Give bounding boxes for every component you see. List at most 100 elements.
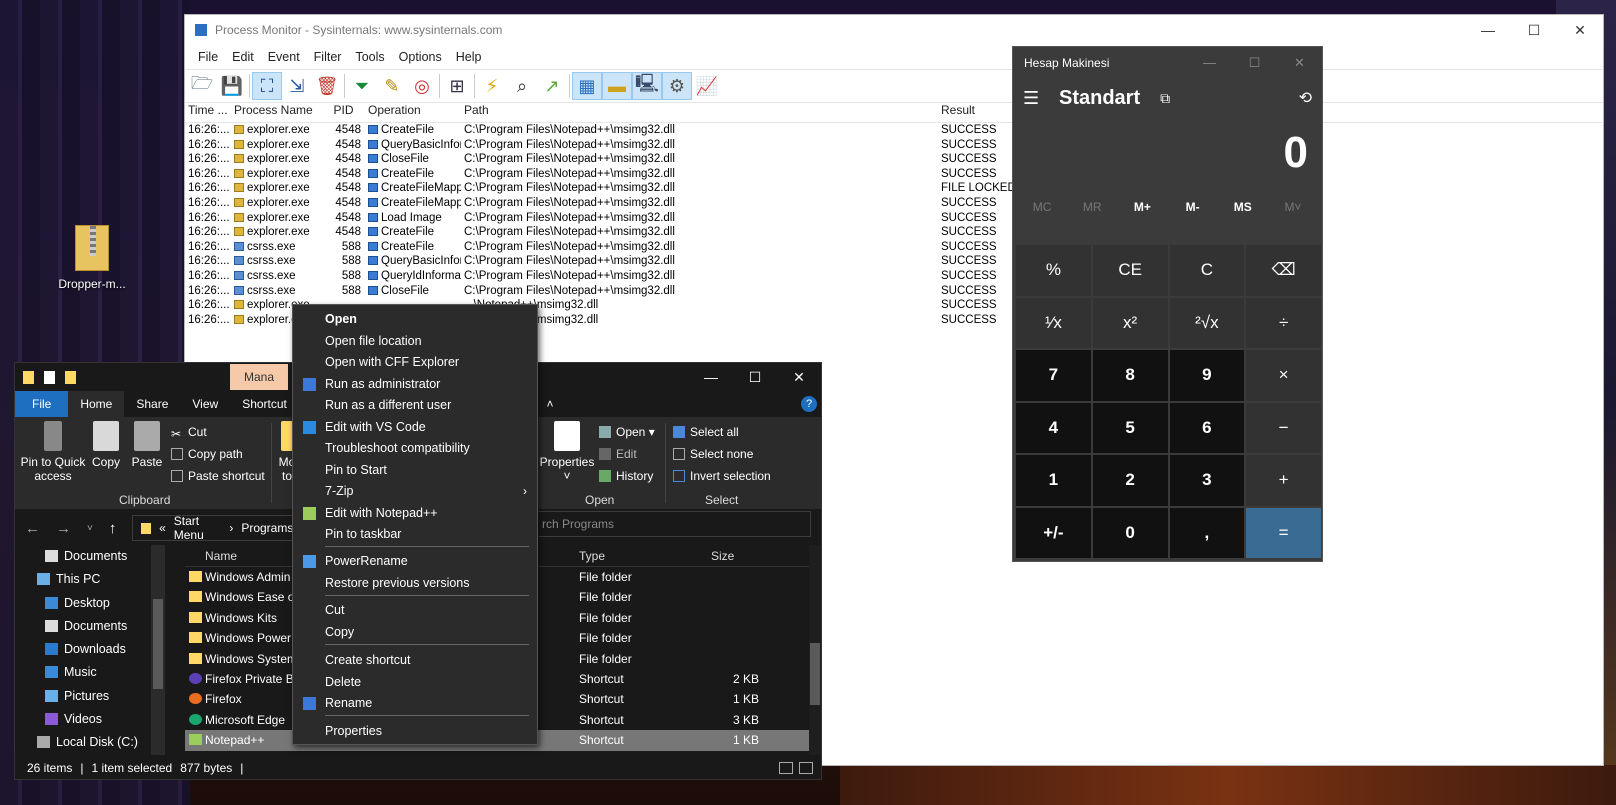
properties-quick-icon[interactable] bbox=[44, 370, 55, 384]
file-scroll-thumb[interactable] bbox=[810, 643, 820, 705]
back-icon[interactable]: ← bbox=[25, 520, 40, 537]
process-activity-icon[interactable]: ⚙ bbox=[662, 72, 692, 100]
menu-tools[interactable]: Tools bbox=[348, 50, 391, 64]
menu-edit[interactable]: Edit bbox=[225, 50, 261, 64]
col-pid[interactable]: PID bbox=[323, 103, 365, 122]
open-icon[interactable]: 🗁 bbox=[187, 72, 217, 100]
breadcrumb-overflow[interactable]: « bbox=[159, 521, 166, 535]
event-row[interactable]: 16:26:... csrss.exe 588 QueryBasicInfor...C… bbox=[185, 254, 1603, 269]
event-row[interactable]: 16:26:... csrss.exe 588 QueryIdInformat...C… bbox=[185, 269, 1603, 284]
chevron-down-icon[interactable]: ˅ bbox=[87, 523, 93, 534]
help-icon[interactable]: ? bbox=[801, 396, 817, 412]
event-row[interactable]: 16:26:... explorer.exe 4548 CreateFile C:\Pr… bbox=[185, 123, 1603, 138]
explorer-close-button[interactable]: ✕ bbox=[777, 369, 821, 386]
history-button[interactable]: History bbox=[599, 469, 653, 483]
memory-clear-button[interactable]: MC bbox=[1017, 200, 1067, 214]
registry-activity-icon[interactable]: ▦ bbox=[572, 72, 602, 100]
menu-item-powerrename[interactable]: PowerRename bbox=[293, 551, 537, 572]
col-type[interactable]: Type bbox=[579, 545, 605, 567]
key-digit-8-button[interactable]: 8 bbox=[1092, 350, 1168, 401]
manage-context-tab[interactable]: Mana bbox=[230, 364, 289, 390]
key-digit-7-button[interactable]: 7 bbox=[1016, 350, 1091, 401]
lightning-icon[interactable]: ⚡ bbox=[477, 72, 507, 100]
memory-add-button[interactable]: M+ bbox=[1117, 200, 1167, 214]
nav-item[interactable]: This PC bbox=[15, 568, 167, 591]
network-activity-icon[interactable]: 🖳 bbox=[632, 72, 662, 100]
menu-item-rename[interactable]: Rename bbox=[293, 693, 537, 714]
memory-store-button[interactable]: MS bbox=[1218, 200, 1268, 214]
find-icon[interactable]: ⌕ bbox=[507, 72, 537, 100]
col-operation[interactable]: Operation bbox=[365, 103, 461, 122]
menu-event[interactable]: Event bbox=[261, 50, 307, 64]
menu-item-edit-with-notepadpp[interactable]: Edit with Notepad++ bbox=[293, 503, 537, 524]
minimize-button[interactable]: — bbox=[1465, 22, 1511, 39]
col-name[interactable]: Name bbox=[205, 545, 237, 567]
pin-quick-access-button[interactable]: Pin to Quick access bbox=[19, 421, 87, 483]
paste-shortcut-button[interactable]: Paste shortcut bbox=[171, 469, 265, 483]
tab-view[interactable]: View bbox=[180, 391, 230, 417]
large-icons-view-icon[interactable] bbox=[799, 762, 813, 774]
file-activity-icon[interactable]: ▬ bbox=[602, 72, 632, 100]
hamburger-menu-icon[interactable]: ☰ bbox=[1023, 88, 1053, 109]
key-negate-button[interactable]: +/- bbox=[1016, 507, 1091, 558]
key-digit-9-button[interactable]: 9 bbox=[1169, 350, 1245, 401]
tab-share[interactable]: Share bbox=[124, 391, 180, 417]
jump-icon[interactable]: ↗ bbox=[537, 72, 567, 100]
col-process-name[interactable]: Process Name bbox=[231, 103, 323, 122]
event-row[interactable]: 16:26:... explorer.exe 4548 QueryBasicInfor… bbox=[185, 138, 1603, 153]
save-icon[interactable]: 💾 bbox=[217, 72, 247, 100]
highlight-icon[interactable]: ✎ bbox=[377, 72, 407, 100]
menu-options[interactable]: Options bbox=[392, 50, 449, 64]
breadcrumb[interactable]: « Start Menu › Programs bbox=[132, 514, 303, 542]
menu-item-cut[interactable]: Cut bbox=[293, 600, 537, 621]
nav-item[interactable]: Videos bbox=[15, 708, 167, 731]
key-digit-3-button[interactable]: 3 bbox=[1169, 455, 1245, 506]
calc-maximize-button[interactable]: ☐ bbox=[1232, 55, 1277, 71]
menu-file[interactable]: File bbox=[191, 50, 225, 64]
menu-item-troubleshoot-compatibility[interactable]: Troubleshoot compatibility bbox=[293, 438, 537, 459]
memory-recall-button[interactable]: MR bbox=[1067, 200, 1117, 214]
up-icon[interactable]: ↑ bbox=[109, 520, 117, 537]
forward-icon[interactable]: → bbox=[56, 520, 71, 537]
event-row[interactable]: 16:26:... explorer.exe 4548 CreateFileMapp.… bbox=[185, 196, 1603, 211]
event-row[interactable]: 16:26:... explorer.exe 4548 CreateFile C:\Pr… bbox=[185, 225, 1603, 240]
menu-help[interactable]: Help bbox=[449, 50, 489, 64]
menu-item-create-shortcut[interactable]: Create shortcut bbox=[293, 650, 537, 671]
nav-item[interactable]: Desktop bbox=[15, 592, 167, 615]
col-size[interactable]: Size bbox=[711, 545, 773, 567]
nav-item[interactable]: Music bbox=[15, 661, 167, 684]
key-digit-5-button[interactable]: 5 bbox=[1092, 402, 1168, 453]
key-equals-button[interactable]: = bbox=[1246, 507, 1321, 558]
menu-item-restore-previous-versions[interactable]: Restore previous versions bbox=[293, 573, 537, 594]
profiling-icon[interactable]: 📈 bbox=[692, 72, 722, 100]
target-icon[interactable]: ◎ bbox=[407, 72, 437, 100]
key-digit-4-button[interactable]: 4 bbox=[1016, 402, 1091, 453]
key-divide-button[interactable]: ÷ bbox=[1246, 297, 1321, 348]
nav-item[interactable]: Downloads bbox=[15, 638, 167, 661]
menu-item-open[interactable]: Open bbox=[293, 309, 537, 330]
key-digit-6-button[interactable]: 6 bbox=[1169, 402, 1245, 453]
filter-icon[interactable]: ⏷ bbox=[347, 72, 377, 100]
collapse-ribbon-icon[interactable]: ˄ bbox=[540, 391, 559, 417]
key-digit-1-button[interactable]: 1 bbox=[1016, 455, 1091, 506]
select-none-button[interactable]: Select none bbox=[673, 447, 753, 461]
details-view-icon[interactable] bbox=[779, 762, 793, 774]
nav-item[interactable]: Documents bbox=[15, 545, 167, 568]
copy-path-button[interactable]: Copy path bbox=[171, 447, 243, 461]
properties-button[interactable]: Properties ˅ bbox=[539, 421, 595, 483]
menu-filter[interactable]: Filter bbox=[307, 50, 349, 64]
cut-button[interactable]: ✂ Cut bbox=[171, 425, 207, 441]
open-button[interactable]: Open ▾ bbox=[599, 425, 655, 439]
clear-icon[interactable]: 🗑 bbox=[312, 72, 342, 100]
menu-item-pin-to-taskbar[interactable]: Pin to taskbar bbox=[293, 524, 537, 545]
nav-scroll-thumb[interactable] bbox=[153, 599, 163, 689]
breadcrumb-programs[interactable]: Programs bbox=[241, 521, 293, 535]
calc-close-button[interactable]: ✕ bbox=[1277, 55, 1322, 71]
key-square-root-button[interactable]: ²√x bbox=[1169, 297, 1245, 348]
nav-item[interactable]: Documents bbox=[15, 615, 167, 638]
search-input[interactable]: rch Programs bbox=[535, 511, 811, 537]
menu-item-pin-to-start[interactable]: Pin to Start bbox=[293, 460, 537, 481]
nav-scrollbar[interactable] bbox=[151, 545, 165, 755]
event-row[interactable]: 16:26:... explorer.exe 4548 CreateFileMapp.… bbox=[185, 181, 1603, 196]
paste-button[interactable]: Paste bbox=[129, 421, 165, 469]
